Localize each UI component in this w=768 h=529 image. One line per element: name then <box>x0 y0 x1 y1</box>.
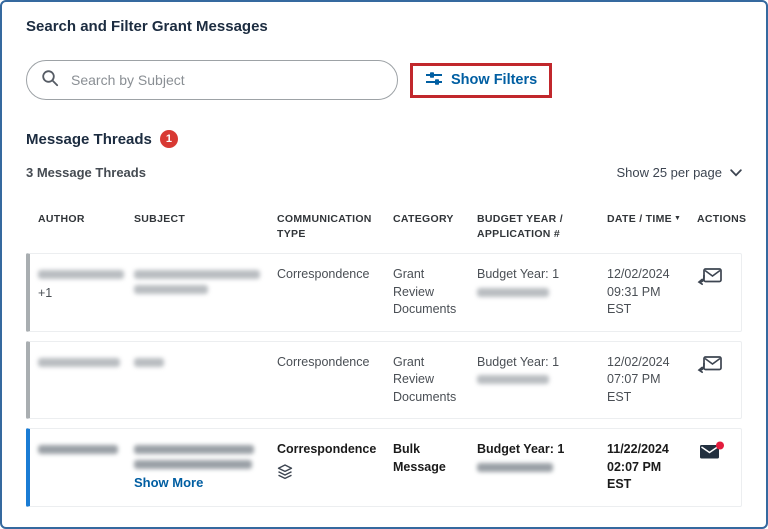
chevron-down-icon <box>730 165 742 180</box>
actions-cell <box>697 441 741 494</box>
category-cell: Bulk Message <box>393 441 477 494</box>
page-title: Search and Filter Grant Messages <box>26 18 742 35</box>
budget-year-label: Budget Year: 1 <box>477 354 595 372</box>
column-header-date-time-sortable[interactable]: DATE / TIME▼ <box>607 212 697 241</box>
budget-year-cell: Budget Year: 1 <box>477 441 607 494</box>
redacted-subject-text <box>134 460 252 469</box>
date-time-cell: 11/22/2024 02:07 PM EST <box>607 441 697 494</box>
reply-message-icon[interactable] <box>697 266 723 290</box>
column-header-actions: ACTIONS <box>697 212 756 241</box>
column-header-category: CATEGORY <box>393 212 477 241</box>
category-cell: Grant Review Documents <box>393 354 477 407</box>
budget-year-cell: Budget Year: 1 <box>477 266 607 319</box>
column-header-subject: SUBJECT <box>134 212 277 241</box>
sort-descending-icon: ▼ <box>674 215 681 222</box>
search-icon <box>41 69 59 92</box>
column-header-budget-year: BUDGET YEAR / APPLICATION # <box>477 212 607 241</box>
time-label: 02:07 PM EST <box>607 459 685 494</box>
subject-cell: Show More <box>134 441 277 494</box>
communication-type-cell: Correspondence <box>277 441 393 494</box>
communication-type-label: Correspondence <box>277 441 381 459</box>
annotation-highlight-box: Show Filters <box>410 63 552 98</box>
author-cell <box>38 441 134 494</box>
thread-count-label: 3 Message Threads <box>26 165 146 180</box>
reply-message-icon[interactable] <box>697 354 723 378</box>
threads-meta-row: 3 Message Threads Show 25 per page <box>26 165 742 180</box>
redacted-subject-text <box>134 270 260 279</box>
subject-cell <box>134 266 277 319</box>
redacted-application-number <box>477 288 549 297</box>
layers-icon <box>277 464 381 486</box>
redacted-subject-text <box>134 285 208 294</box>
budget-year-cell: Budget Year: 1 <box>477 354 607 407</box>
show-filters-button[interactable]: Show Filters <box>425 71 537 90</box>
unread-count-badge: 1 <box>160 130 178 148</box>
actions-cell <box>697 354 741 407</box>
message-threads-heading: Message Threads 1 <box>26 130 742 148</box>
date-label: 12/02/2024 <box>607 266 685 284</box>
additional-authors-label: +1 <box>38 285 122 303</box>
message-thread-row[interactable]: Correspondence Grant Review Documents Bu… <box>26 341 742 420</box>
filter-sliders-icon <box>425 71 443 90</box>
date-time-cell: 12/02/2024 07:07 PM EST <box>607 354 697 407</box>
budget-year-label: Budget Year: 1 <box>477 266 595 284</box>
redacted-application-number <box>477 463 553 472</box>
show-more-link[interactable]: Show More <box>134 475 203 490</box>
message-thread-row-unread[interactable]: Show More Correspondence Bulk Message Bu… <box>26 428 742 507</box>
date-label: 12/02/2024 <box>607 354 685 372</box>
message-thread-row[interactable]: +1 Correspondence Grant Review Documents… <box>26 253 742 332</box>
redacted-application-number <box>477 375 549 384</box>
grant-messages-panel: Search and Filter Grant Messages Show Fi… <box>0 0 768 529</box>
time-label: 09:31 PM EST <box>607 284 685 319</box>
communication-type-cell: Correspondence <box>277 266 393 319</box>
date-label: 11/22/2024 <box>607 441 685 459</box>
per-page-selector[interactable]: Show 25 per page <box>616 165 742 180</box>
budget-year-label: Budget Year: 1 <box>477 441 595 459</box>
redacted-subject-text <box>134 358 164 367</box>
show-filters-label: Show Filters <box>451 72 537 88</box>
redacted-subject-text <box>134 445 254 454</box>
message-threads-title: Message Threads <box>26 131 152 148</box>
date-time-cell: 12/02/2024 09:31 PM EST <box>607 266 697 319</box>
redacted-author-text <box>38 445 118 454</box>
subject-cell <box>134 354 277 407</box>
communication-type-cell: Correspondence <box>277 354 393 407</box>
search-box[interactable] <box>26 60 398 100</box>
redacted-author-text <box>38 358 120 367</box>
time-label: 07:07 PM EST <box>607 371 685 406</box>
column-header-author: AUTHOR <box>38 212 134 241</box>
category-cell: Grant Review Documents <box>393 266 477 319</box>
author-cell <box>38 354 134 407</box>
redacted-author-text <box>38 270 124 279</box>
author-cell: +1 <box>38 266 134 319</box>
unread-message-icon[interactable] <box>697 441 725 465</box>
column-header-communication-type: COMMUNICATION TYPE <box>277 212 393 241</box>
search-row: Show Filters <box>26 60 742 100</box>
table-header-row: AUTHOR SUBJECT COMMUNICATION TYPE CATEGO… <box>26 206 742 253</box>
per-page-label: Show 25 per page <box>616 165 722 180</box>
actions-cell <box>697 266 741 319</box>
search-input[interactable] <box>71 72 383 88</box>
